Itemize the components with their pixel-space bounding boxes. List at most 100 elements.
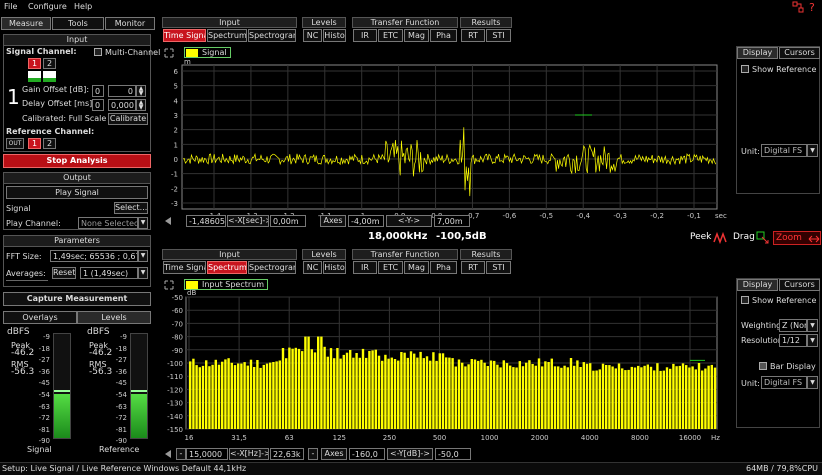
top-legend[interactable]: Signal — [184, 47, 231, 58]
signal-channel-1-button[interactable]: 1 — [28, 58, 41, 69]
bottom-pha-button[interactable]: Pha — [430, 261, 457, 274]
top-expand-icon[interactable] — [164, 48, 174, 58]
play-channel-dropdown[interactable]: ▼ — [138, 217, 148, 229]
reset-averages-button[interactable]: Reset — [52, 267, 76, 279]
top-y-left-field[interactable]: -4,00m — [348, 215, 384, 227]
peek-label[interactable]: Peek — [690, 232, 711, 242]
bottom-x-right-field[interactable]: 22,63k — [270, 448, 304, 460]
top-spectrum-button[interactable]: Spectrum — [207, 29, 247, 42]
reference-channel-1-button[interactable]: 1 — [28, 138, 41, 149]
top-cursors-tab[interactable]: Cursors — [779, 47, 820, 59]
bottom-mag-button[interactable]: Mag — [404, 261, 429, 274]
top-rt-button[interactable]: RT — [461, 29, 485, 42]
menu-help[interactable]: Help — [74, 2, 92, 11]
bottom-nc-button[interactable]: NC — [303, 261, 322, 274]
top-time-signal-button[interactable]: Time Signal — [163, 29, 206, 42]
weighting-select[interactable]: Z (None) — [779, 319, 807, 332]
bottom-spectrum-button[interactable]: Spectrum — [207, 261, 247, 274]
calibrate-button[interactable]: Calibrate — [108, 113, 148, 125]
bottom-y-left-field[interactable]: -160,0 — [349, 448, 385, 460]
menu-configure[interactable]: Configure — [28, 2, 67, 11]
fft-size-select[interactable]: 1,49sec; 65536 ; 0,67Hz — [50, 250, 138, 262]
bottom-y-right-field[interactable]: -50,0 — [435, 448, 471, 460]
weighting-dropdown[interactable]: ▼ — [807, 319, 818, 332]
bottom-time-signal-button[interactable]: Time Signal — [163, 261, 206, 274]
select-signal-button[interactable]: Select... — [114, 202, 148, 214]
top-pha-button[interactable]: Pha — [430, 29, 457, 42]
bottom-sti-button[interactable]: STI — [486, 261, 511, 274]
capture-measurement-button[interactable]: Capture Measurement — [3, 292, 151, 306]
play-signal-button[interactable]: Play Signal — [6, 186, 148, 199]
zoom-toggle[interactable]: Zoom — [773, 231, 821, 245]
fft-size-dropdown[interactable]: ▼ — [138, 250, 148, 262]
top-histo-button[interactable]: Histo — [323, 29, 346, 42]
bottom-axes-button[interactable]: Axes — [321, 448, 347, 460]
tab-monitor[interactable]: Monitor — [105, 17, 155, 30]
peek-icon[interactable] — [713, 231, 729, 244]
bottom-histo-button[interactable]: Histo — [323, 261, 346, 274]
top-sti-button[interactable]: STI — [486, 29, 511, 42]
bottom-x-minus-button[interactable]: - — [176, 448, 186, 460]
top-nc-button[interactable]: NC — [303, 29, 322, 42]
top-axes-button[interactable]: Axes — [320, 215, 346, 227]
help-icon[interactable]: ? — [807, 1, 819, 13]
top-unit-select[interactable]: Digital FS — [761, 144, 807, 157]
gain-offset-input[interactable]: 0 — [108, 85, 136, 97]
bottom-unit-select[interactable]: Digital FS — [761, 376, 807, 389]
play-channel-select[interactable]: None Selected — [78, 217, 138, 229]
bar-display-checkbox[interactable] — [759, 362, 767, 370]
tab-overlays[interactable]: Overlays — [3, 311, 77, 324]
bottom-scroll-left-icon[interactable] — [163, 449, 173, 459]
reference-out-button[interactable]: OUT — [6, 138, 24, 149]
bottom-x-plus-button[interactable]: - — [308, 448, 318, 460]
top-scroll-left-icon[interactable] — [163, 216, 173, 226]
bottom-unit-dropdown[interactable]: ▼ — [807, 376, 818, 389]
tab-measure[interactable]: Measure — [1, 17, 51, 30]
network-icon[interactable] — [792, 1, 804, 13]
top-y-right-field[interactable]: 7,00m — [434, 215, 470, 227]
top-x-left-field[interactable]: -1,486054 — [186, 215, 226, 227]
multi-channel-checkbox[interactable] — [94, 48, 102, 56]
menu-file[interactable]: File — [4, 2, 17, 11]
top-x-axis-button[interactable]: <-X[sec]-> — [227, 215, 269, 227]
delay-offset-check[interactable]: 0 — [92, 99, 104, 111]
bottom-ir-button[interactable]: IR — [353, 261, 377, 274]
bottom-rt-button[interactable]: RT — [461, 261, 485, 274]
averages-select[interactable]: 1 (1,49sec) — [80, 267, 138, 279]
tab-levels[interactable]: Levels — [77, 311, 151, 324]
averages-dropdown[interactable]: ▼ — [138, 267, 148, 279]
top-time-chart[interactable]: 6543210-1-2-3m-1,4-1,3-1,2-1,1-1-0,9-0,8… — [160, 59, 730, 229]
top-spectrogram-button[interactable]: Spectrogram — [248, 29, 296, 42]
bottom-display-tab[interactable]: Display — [737, 279, 778, 291]
bottom-x-left-field[interactable]: 15,0000 — [186, 448, 228, 460]
top-x-right-field[interactable]: 0,00m — [270, 215, 306, 227]
bottom-x-tick-label: 2000 — [531, 434, 549, 442]
top-display-tab[interactable]: Display — [737, 47, 778, 59]
bottom-spectrogram-button[interactable]: Spectrogram — [248, 261, 296, 274]
spectrum-bar — [649, 366, 653, 429]
top-etc-button[interactable]: ETC — [378, 29, 403, 42]
resolution-select[interactable]: 1/12 — [779, 334, 807, 347]
delay-offset-input[interactable]: 0,000 — [108, 99, 136, 111]
bottom-show-reference-checkbox[interactable] — [741, 296, 749, 304]
gain-offset-check[interactable]: 0 — [92, 85, 104, 97]
bottom-spectrum-chart[interactable]: -50 -60 -70 -80 -90 -100 -110 -120 -130 -140 -150 d… — [160, 289, 730, 447]
top-ir-button[interactable]: IR — [353, 29, 377, 42]
bottom-y-axis-button[interactable]: <-Y[dB]-> — [387, 448, 433, 460]
stop-analysis-button[interactable]: Stop Analysis — [3, 154, 151, 168]
delay-offset-spinner[interactable]: ▲ ▼ — [136, 99, 146, 111]
top-show-reference-checkbox[interactable] — [741, 65, 749, 73]
bottom-x-axis-button[interactable]: <-X[Hz]-> — [229, 448, 269, 460]
bottom-etc-button[interactable]: ETC — [378, 261, 403, 274]
tab-tools[interactable]: Tools — [52, 17, 104, 30]
signal-channel-2-button[interactable]: 2 — [43, 58, 56, 69]
resolution-dropdown[interactable]: ▼ — [807, 334, 818, 347]
drag-label[interactable]: Drag — [733, 232, 755, 242]
top-mag-button[interactable]: Mag — [404, 29, 429, 42]
top-y-axis-button[interactable]: <-Y-> — [386, 215, 432, 227]
bottom-cursors-tab[interactable]: Cursors — [779, 279, 820, 291]
reference-channel-2-button[interactable]: 2 — [43, 138, 56, 149]
gain-offset-spinner[interactable]: ▲ ▼ — [136, 85, 146, 97]
top-unit-dropdown[interactable]: ▼ — [807, 144, 818, 157]
drag-icon[interactable] — [756, 231, 770, 244]
